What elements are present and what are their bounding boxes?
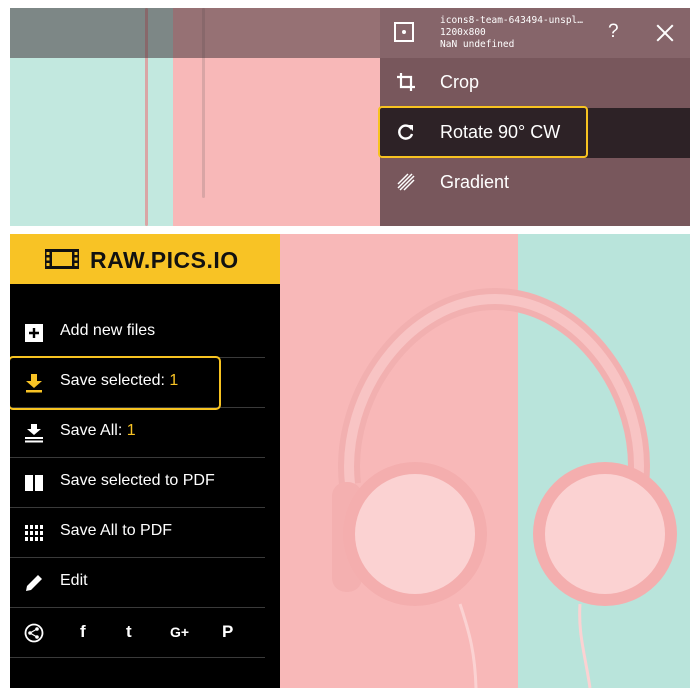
logo-bar: RAW.PICS.IO: [10, 234, 280, 284]
facebook-icon[interactable]: f: [80, 622, 86, 642]
download-all-icon: [25, 424, 43, 443]
social-share-row: f t G+ P: [10, 608, 265, 658]
menu-item-label: Edit: [60, 572, 88, 589]
file-name: icons8-team-643494-unspl…: [440, 15, 583, 26]
all-count: 1: [126, 422, 136, 439]
close-button[interactable]: [656, 24, 674, 42]
tumblr-icon[interactable]: t: [126, 622, 132, 642]
logo-text: RAW.PICS.IO: [90, 247, 239, 273]
edit-side-menu: icons8-team-643494-unspl… 1200x800 NaN u…: [378, 8, 690, 226]
pinterest-icon[interactable]: P: [222, 622, 233, 642]
menu-item-label: Add new files: [60, 322, 156, 339]
menu-item-label: Gradient: [440, 172, 510, 192]
rotate-highlight: [378, 106, 588, 158]
save-selected-highlight: [10, 356, 221, 410]
google-plus-icon[interactable]: G+: [170, 624, 189, 640]
sidebar: RAW.PICS.IO Add new files Save selected:…: [10, 234, 280, 688]
save-selected-pdf-button[interactable]: Save selected to PDF: [10, 458, 265, 508]
headphones-photo: [332, 287, 677, 688]
menu-item-label: Crop: [440, 72, 480, 92]
pdf-icon: [25, 475, 43, 491]
help-button[interactable]: ?: [608, 21, 619, 43]
pencil-icon: [26, 575, 42, 591]
menu-item-label: Save selected to PDF: [60, 472, 215, 489]
film-strip-icon: [45, 249, 79, 269]
editor-view-bottom: RAW.PICS.IO Add new files Save selected:…: [10, 234, 690, 688]
editor-view-top: icons8-team-643494-unspl… 1200x800 NaN u…: [10, 8, 690, 226]
menu-item-gradient[interactable]: Gradient: [380, 158, 690, 208]
file-header: icons8-team-643494-unspl… 1200x800 NaN u…: [380, 8, 690, 58]
crop-icon: [397, 73, 415, 91]
file-dimensions: 1200x800: [440, 27, 486, 38]
grid-icon: [25, 525, 43, 541]
image-overlay: [10, 8, 380, 58]
add-icon: [25, 324, 43, 342]
file-info: icons8-team-643494-unspl… 1200x800 NaN u…: [440, 15, 583, 51]
menu-item-label: Save All to PDF: [60, 522, 173, 539]
menu-item-label: Save All: 1: [60, 422, 136, 440]
save-all-pdf-button[interactable]: Save All to PDF: [10, 508, 265, 558]
image-file-icon: [394, 22, 414, 42]
save-all-button[interactable]: Save All: 1: [10, 408, 265, 458]
gradient-icon: [397, 173, 415, 191]
edit-button[interactable]: Edit: [10, 558, 265, 608]
file-meta: NaN undefined: [440, 39, 515, 50]
add-new-files-button[interactable]: Add new files: [10, 308, 265, 358]
menu-item-crop[interactable]: Crop: [380, 58, 690, 108]
label-text: Save All:: [60, 422, 127, 439]
share-icon[interactable]: [24, 623, 44, 643]
